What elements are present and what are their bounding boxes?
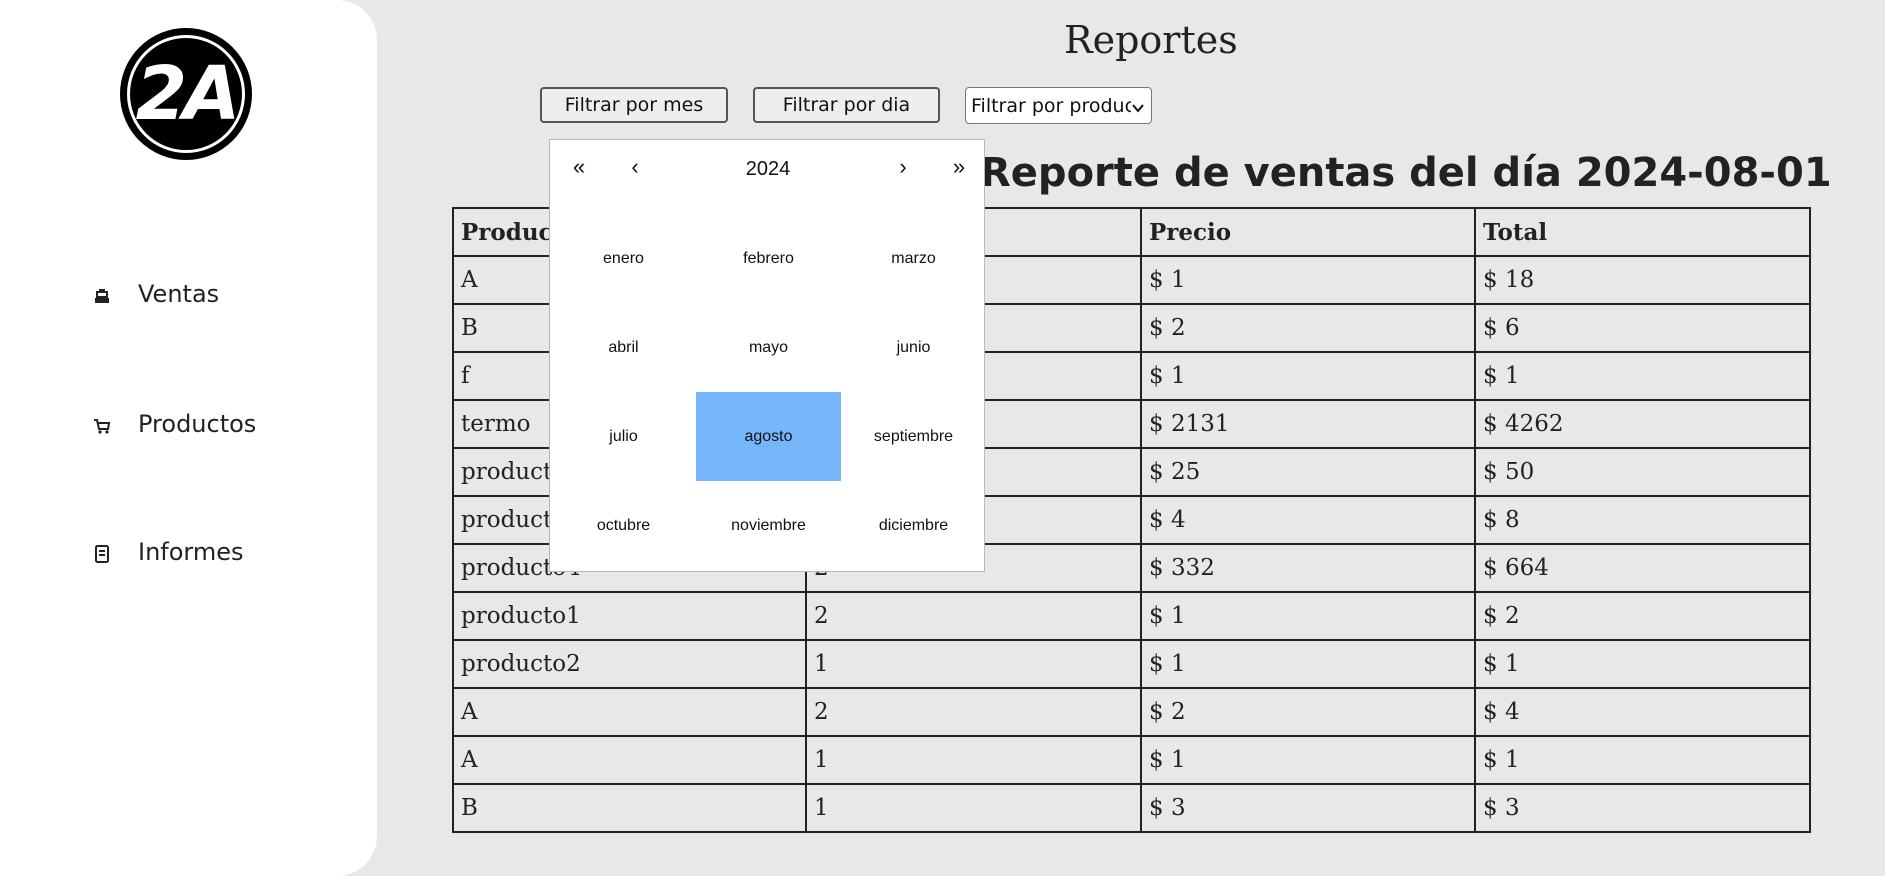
next-year-button[interactable]: » (944, 154, 974, 180)
table-cell: 1 (805, 783, 1142, 833)
table-cell: A (452, 687, 807, 737)
table-cell: $ 1 (1140, 351, 1476, 401)
month-septiembre[interactable]: septiembre (841, 392, 986, 481)
cart-icon (92, 414, 112, 434)
filter-product-select[interactable]: Filtrar por product (965, 87, 1152, 124)
sidebar-item-informes[interactable]: Informes (92, 538, 244, 566)
table-cell: $ 1 (1140, 735, 1476, 785)
table-row: B 1 $ 3 $ 3 (452, 783, 1811, 833)
chevron-down-icon (1131, 98, 1145, 113)
month-marzo[interactable]: marzo (841, 214, 986, 303)
table-cell: $ 3 (1140, 783, 1476, 833)
table-row: producto1 2 $ 1 $ 2 (452, 591, 1811, 641)
table-cell: $ 1 (1140, 639, 1476, 689)
month-agosto[interactable]: agosto (696, 392, 841, 481)
table-cell: 1 (805, 639, 1142, 689)
month-febrero[interactable]: febrero (696, 214, 841, 303)
table-cell: A (452, 735, 807, 785)
cash-register-icon (92, 284, 112, 304)
table-cell: $ 332 (1140, 543, 1476, 593)
filter-product-value: Filtrar por product (971, 94, 1131, 117)
table-cell: $ 4 (1140, 495, 1476, 545)
table-cell: B (452, 783, 807, 833)
table-cell: $ 2131 (1140, 399, 1476, 449)
month-enero[interactable]: enero (551, 214, 696, 303)
table-cell: $ 2 (1140, 687, 1476, 737)
sidebar-item-productos[interactable]: Productos (92, 410, 256, 438)
sidebar-item-label: Informes (138, 538, 244, 566)
month-mayo[interactable]: mayo (696, 303, 841, 392)
table-cell: $ 8 (1474, 495, 1811, 545)
picker-year[interactable]: 2024 (730, 158, 806, 181)
table-cell: $ 1 (1474, 735, 1811, 785)
sidebar: 2A Ventas Productos Informes (0, 0, 377, 876)
column-header: Total (1474, 207, 1811, 257)
table-cell: $ 4262 (1474, 399, 1811, 449)
month-julio[interactable]: julio (551, 392, 696, 481)
table-cell: $ 2 (1474, 591, 1811, 641)
filter-month-button[interactable]: Filtrar por mes (540, 87, 728, 123)
table-cell: producto1 (452, 591, 807, 641)
table-cell: $ 6 (1474, 303, 1811, 353)
table-row: producto2 1 $ 1 $ 1 (452, 639, 1811, 689)
table-cell: $ 25 (1140, 447, 1476, 497)
table-cell: $ 1 (1140, 255, 1476, 305)
page-title: Reportes (1064, 18, 1238, 62)
month-grid: enero febrero marzo abril mayo junio julio agos… (550, 214, 985, 571)
logo: 2A (120, 28, 252, 160)
table-cell: $ 1 (1474, 351, 1811, 401)
table-row: A 2 $ 2 $ 4 (452, 687, 1811, 737)
table-cell: $ 2 (1140, 303, 1476, 353)
month-abril[interactable]: abril (551, 303, 696, 392)
sidebar-item-label: Productos (138, 410, 257, 438)
table-cell: $ 4 (1474, 687, 1811, 737)
column-header: Precio (1140, 207, 1476, 257)
table-cell: $ 664 (1474, 543, 1811, 593)
sidebar-item-ventas[interactable]: Ventas (92, 280, 219, 308)
logo-text: 2A (127, 35, 245, 153)
month-junio[interactable]: junio (841, 303, 986, 392)
prev-button[interactable]: ‹ (620, 154, 650, 180)
table-cell: 2 (805, 687, 1142, 737)
table-row: A 1 $ 1 $ 1 (452, 735, 1811, 785)
prev-year-button[interactable]: « (564, 154, 594, 180)
report-heading: Reporte de ventas del día 2024-08-01 (980, 150, 1832, 196)
table-cell: producto2 (452, 639, 807, 689)
table-cell: $ 1 (1474, 639, 1811, 689)
filter-day-button[interactable]: Filtrar por dia (753, 87, 940, 123)
table-cell: $ 3 (1474, 783, 1811, 833)
month-noviembre[interactable]: noviembre (696, 481, 841, 570)
table-cell: $ 50 (1474, 447, 1811, 497)
month-diciembre[interactable]: diciembre (841, 481, 986, 570)
table-cell: $ 18 (1474, 255, 1811, 305)
next-button[interactable]: › (888, 154, 918, 180)
sidebar-item-label: Ventas (138, 280, 220, 308)
table-cell: $ 1 (1140, 591, 1476, 641)
month-picker: « ‹ 2024 › » enero febrero marzo abril mayo j… (549, 139, 985, 572)
table-cell: 1 (805, 735, 1142, 785)
month-octubre[interactable]: octubre (551, 481, 696, 570)
table-cell: 2 (805, 591, 1142, 641)
report-icon (92, 542, 112, 563)
